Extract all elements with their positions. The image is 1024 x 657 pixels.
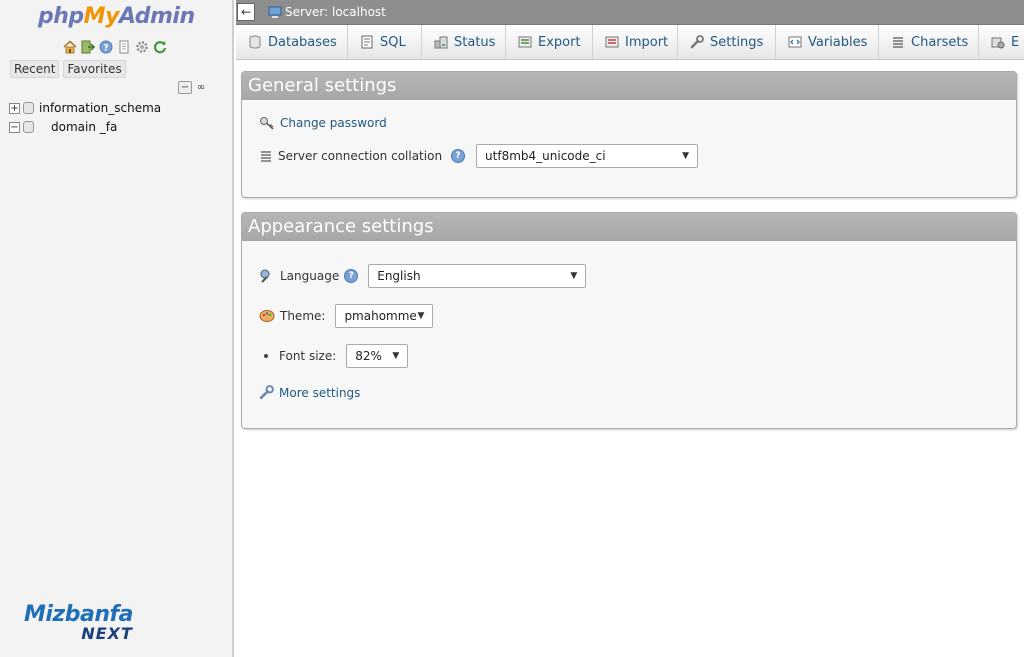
tree-item-label[interactable]: domain _fa (51, 120, 117, 134)
more-settings-link[interactable]: More settings (279, 386, 360, 400)
tab-engines[interactable]: E (979, 25, 1024, 59)
chevron-down-icon: ▼ (392, 351, 400, 361)
import-icon (605, 35, 619, 49)
font-size-row: Font size: 82% ▼ (259, 344, 409, 368)
font-size-label: Font size: (279, 349, 337, 363)
collation-label: Server connection collation (278, 149, 443, 163)
collapse-all-button[interactable]: − (178, 81, 192, 94)
nav-icon-bar: ? (62, 39, 167, 54)
bullet (264, 354, 268, 358)
link-with-main-icon[interactable]: ∞ (194, 81, 208, 94)
key-icon (260, 117, 274, 130)
tab-sql[interactable]: SQL (348, 25, 422, 59)
charsets-icon (891, 35, 905, 49)
chevron-down-icon: ▼ (570, 271, 578, 281)
server-breadcrumb-bar: ← Server: localhost (236, 0, 1024, 25)
wrench-icon (690, 35, 704, 49)
font-size-value: 82% (355, 349, 382, 363)
language-row: Language ? English ▼ (259, 264, 587, 288)
font-size-select[interactable]: 82% ▼ (346, 344, 409, 368)
theme-row: Theme: pmahomme ▼ (259, 304, 434, 328)
expand-icon[interactable]: + (9, 102, 20, 114)
tree-item-label[interactable]: information_schema (39, 101, 161, 115)
tab-settings[interactable]: Settings (678, 25, 776, 59)
recent-tables-button[interactable]: Recent (10, 60, 60, 78)
settings-icon[interactable] (134, 39, 149, 54)
status-icon (434, 35, 448, 49)
help-icon[interactable]: ? (98, 39, 113, 54)
panel-title: Appearance settings (242, 213, 1016, 241)
variables-icon (788, 35, 802, 49)
reload-icon[interactable] (152, 39, 167, 54)
navigation-panel: phpMyAdmin ? Recent Favorites − ∞ + info… (0, 0, 234, 657)
favorite-tables-button[interactable]: Favorites (63, 60, 126, 78)
logo-text-php: php (38, 4, 84, 29)
tab-label: Export (538, 34, 581, 50)
server-icon (268, 6, 282, 18)
docs-icon[interactable] (116, 39, 131, 54)
wrench-icon (259, 385, 274, 400)
change-password-row: Change password (259, 115, 387, 131)
database-icon (23, 102, 34, 114)
svg-text:?: ? (103, 43, 108, 53)
language-select[interactable]: English ▼ (368, 264, 587, 288)
chevron-down-icon: ▼ (682, 151, 690, 161)
logo-text-admin: Admin (118, 4, 195, 29)
panel-title: General settings (242, 72, 1016, 100)
tab-label: E (1011, 34, 1020, 50)
list-icon (261, 151, 271, 162)
change-password-link[interactable]: Change password (280, 116, 387, 130)
brand-name: Mizbanfa (24, 602, 133, 627)
collapse-icon[interactable]: − (9, 121, 20, 133)
palette-icon (259, 310, 275, 322)
tab-label: Databases (268, 34, 337, 50)
collation-value: utf8mb4_unicode_ci (485, 149, 606, 163)
engines-icon (991, 35, 1005, 49)
tab-status[interactable]: Status (422, 25, 506, 59)
tab-label: SQL (380, 34, 406, 50)
theme-select[interactable]: pmahomme ▼ (335, 304, 434, 328)
tree-item-information-schema[interactable]: + information_schema (9, 101, 161, 115)
language-icon (260, 269, 270, 283)
sql-icon (360, 35, 374, 49)
appearance-settings-panel: Appearance settings Language ? English ▼… (241, 212, 1017, 429)
tab-label: Charsets (911, 34, 969, 50)
tab-label: Variables (808, 34, 868, 50)
tab-import[interactable]: Import (593, 25, 678, 59)
main-tabs: Databases SQL Status Export Import Setti… (236, 25, 1024, 60)
database-icon (248, 35, 262, 49)
database-icon (23, 121, 34, 133)
language-value: English (377, 269, 421, 283)
theme-value: pmahomme (344, 309, 417, 323)
export-icon (518, 35, 532, 49)
tab-charsets[interactable]: Charsets (879, 25, 979, 59)
nav-recent-favorites: Recent Favorites (10, 60, 126, 78)
logout-icon[interactable] (80, 39, 95, 54)
tab-databases[interactable]: Databases (236, 25, 348, 59)
help-icon[interactable]: ? (451, 149, 466, 163)
language-label: Language (280, 269, 340, 283)
more-settings-row: More settings (259, 385, 360, 400)
home-icon[interactable] (62, 39, 77, 54)
tab-label: Import (625, 34, 669, 50)
tab-variables[interactable]: Variables (776, 25, 879, 59)
phpmyadmin-logo[interactable]: phpMyAdmin (38, 4, 195, 29)
brand-sub: NEXT (81, 624, 133, 643)
tab-label: Settings (710, 34, 764, 50)
collation-select[interactable]: utf8mb4_unicode_ci ▼ (476, 144, 699, 168)
mizbanfa-watermark: Mizbanfa NEXT (24, 604, 133, 642)
collation-row: Server connection collation ? utf8mb4_un… (259, 144, 699, 168)
help-icon[interactable]: ? (344, 269, 359, 283)
collapse-nav-button[interactable]: ← (237, 3, 255, 21)
tree-item-domain-fa[interactable]: − domain _fa (9, 120, 117, 134)
chevron-down-icon: ▼ (417, 311, 425, 321)
nav-tree-tools: − ∞ (178, 81, 208, 94)
logo-text-my: My (83, 4, 120, 29)
tab-label: Status (454, 34, 496, 50)
theme-label: Theme: (280, 309, 326, 323)
general-settings-panel: General settings Change password Server … (241, 71, 1017, 198)
breadcrumb-server[interactable]: Server: localhost (268, 5, 386, 19)
breadcrumb-server-label[interactable]: Server: localhost (285, 5, 386, 19)
tab-export[interactable]: Export (506, 25, 593, 59)
